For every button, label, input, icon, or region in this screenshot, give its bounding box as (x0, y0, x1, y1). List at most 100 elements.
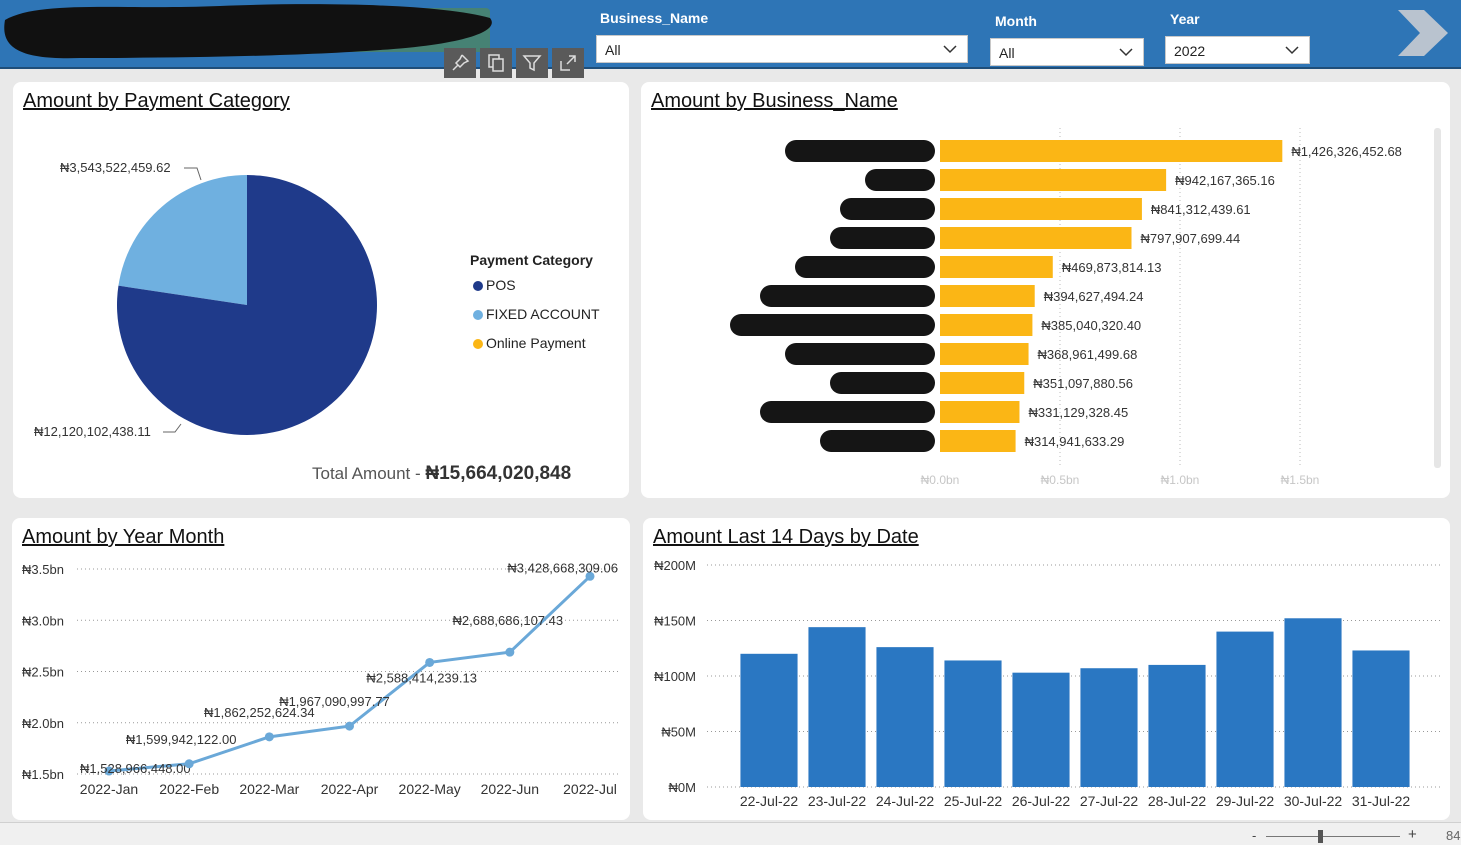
pie-label-pos: ₦12,120,102,438.11 (34, 424, 151, 439)
amount-point[interactable] (345, 721, 354, 731)
legend-dot-pos (473, 281, 483, 291)
line-y-tick-label: ₦3.0bn (22, 613, 64, 628)
header-bar: Business_Name All Month All Year 2022 (0, 0, 1461, 69)
amount-point[interactable] (425, 657, 435, 667)
redacted-category-label (865, 169, 935, 191)
zoom-in-button[interactable]: + (1408, 826, 1417, 843)
redacted-category-label (840, 198, 935, 220)
business-bar-value-label: ₦368,961,499.68 (1038, 347, 1138, 362)
redacted-category-label (785, 140, 935, 162)
date-column[interactable] (876, 647, 934, 787)
business-bar[interactable] (940, 198, 1142, 220)
column-x-tick-label: 29-Jul-22 (1216, 793, 1275, 809)
redacted-category-label (730, 314, 935, 336)
copy-visual-button[interactable] (480, 48, 512, 78)
business-bar[interactable] (940, 430, 1016, 452)
bar-x-tick-label: ₦1.5bn (1281, 473, 1320, 487)
date-column[interactable] (740, 653, 798, 787)
column-x-tick-label: 24-Jul-22 (876, 793, 935, 809)
business-bar[interactable] (940, 314, 1033, 336)
column-y-tick-label: ₦0M (669, 780, 696, 795)
date-column[interactable] (1148, 664, 1206, 787)
column-x-tick-label: 26-Jul-22 (1012, 793, 1071, 809)
legend-dot-fixed-account (473, 310, 483, 320)
redacted-category-label (760, 285, 935, 307)
business-bar-value-label: ₦314,941,633.29 (1025, 434, 1125, 449)
year-filter-label: Year (1170, 11, 1200, 27)
business-bar-value-label: ₦797,907,699.44 (1140, 231, 1240, 246)
chevron-down-icon (1119, 48, 1133, 57)
business-bar[interactable] (940, 140, 1283, 162)
total-amount-label: Total Amount - ₦15,664,020,848 (312, 463, 571, 484)
line-y-tick-label: ₦1.5bn (22, 767, 64, 782)
last-14-days-card: Amount Last 14 Days by Date ₦0M ₦50M ₦100M… (643, 518, 1450, 820)
business-name-dropdown[interactable]: All (596, 35, 968, 63)
column-x-tick-label: 30-Jul-22 (1284, 793, 1343, 809)
amount-point-label: ₦1,599,942,122.00 (126, 732, 237, 747)
business-bar[interactable] (940, 343, 1029, 365)
redacted-category-label (785, 343, 935, 365)
business-bar-value-label: ₦351,097,880.56 (1033, 376, 1133, 391)
column-y-tick-label: ₦150M (654, 614, 696, 629)
amount-point[interactable] (505, 647, 515, 657)
line-x-tick-label: 2022-Apr (321, 781, 379, 797)
column-x-tick-label: 22-Jul-22 (740, 793, 799, 809)
business-bar[interactable] (940, 401, 1020, 423)
column-y-tick-label: ₦50M (661, 725, 696, 740)
date-column[interactable] (808, 627, 866, 787)
business-bar-value-label: ₦942,167,365.16 (1175, 173, 1275, 188)
amount-point[interactable] (184, 759, 194, 769)
zoom-slider-track[interactable] (1266, 836, 1400, 837)
pin-icon (452, 54, 470, 71)
month-dropdown[interactable]: All (990, 38, 1144, 66)
business-bar[interactable] (940, 256, 1053, 278)
date-column[interactable] (1216, 631, 1274, 787)
bar-scrollbar[interactable] (1434, 128, 1441, 468)
total-amount-value: ₦15,664,020,848 (425, 463, 571, 484)
date-column[interactable] (1080, 668, 1138, 787)
zoom-slider-thumb[interactable] (1318, 830, 1323, 843)
legend-label-online-payment[interactable]: Online Payment (486, 335, 586, 351)
last-14-days-column-chart: ₦0M ₦50M ₦100M ₦150M ₦200M 22-Jul-22 23-Jul-22… (654, 558, 1443, 809)
year-dropdown[interactable]: 2022 (1165, 36, 1310, 64)
date-column[interactable] (1284, 618, 1342, 787)
pin-visual-button[interactable] (444, 48, 476, 78)
line-y-tick-label: ₦3.5bn (22, 562, 64, 577)
amount-point-label: ₦1,528,966,448.00 (80, 761, 191, 776)
business-bar-value-label: ₦1,426,326,452.68 (1291, 144, 1402, 159)
line-x-tick-label: 2022-Mar (239, 781, 299, 797)
expand-icon (560, 55, 576, 71)
next-page-arrow-icon[interactable] (1394, 8, 1450, 58)
redacted-category-label (820, 430, 935, 452)
status-bar: - + 84 (0, 822, 1461, 845)
line-x-tick-label: 2022-May (399, 781, 461, 797)
line-x-tick-label: 2022-Jul (563, 781, 617, 797)
year-month-line-chart: ₦1.5bn ₦2.0bn ₦2.5bn ₦3.0bn ₦3.5bn ₦1,528,966… (22, 560, 620, 797)
legend-label-fixed-account[interactable]: FIXED ACCOUNT (486, 306, 600, 322)
column-x-tick-label: 31-Jul-22 (1352, 793, 1411, 809)
legend-dot-online-payment (473, 339, 483, 349)
amount-point[interactable] (264, 732, 274, 742)
line-x-tick-label: 2022-Feb (159, 781, 219, 797)
pie-slice-fixed-account[interactable] (118, 175, 247, 305)
focus-mode-button[interactable] (552, 48, 584, 78)
business-bar[interactable] (940, 169, 1167, 191)
zoom-level: 84 (1446, 828, 1461, 843)
business-name-value: All (605, 42, 621, 58)
business-bar[interactable] (940, 372, 1025, 394)
column-y-tick-label: ₦200M (654, 558, 696, 573)
business-bar[interactable] (940, 285, 1035, 307)
business-name-card: Amount by Business_Name ₦0.0bn ₦0.5bn ₦1.0… (641, 82, 1450, 498)
business-bar-value-label: ₦385,040,320.40 (1041, 318, 1141, 333)
business-bar[interactable] (940, 227, 1132, 249)
date-column[interactable] (944, 660, 1002, 787)
date-column[interactable] (1352, 650, 1410, 787)
line-y-tick-label: ₦2.0bn (22, 716, 64, 731)
legend-label-pos[interactable]: POS (486, 277, 516, 293)
date-column[interactable] (1012, 672, 1070, 787)
zoom-out-button[interactable]: - (1252, 828, 1256, 843)
redacted-category-label (795, 256, 935, 278)
redacted-category-label (760, 401, 935, 423)
filter-visual-button[interactable] (516, 48, 548, 78)
payment-category-pie-chart: ₦3,543,522,459.62 ₦12,120,102,438.11 Pay… (34, 160, 600, 484)
